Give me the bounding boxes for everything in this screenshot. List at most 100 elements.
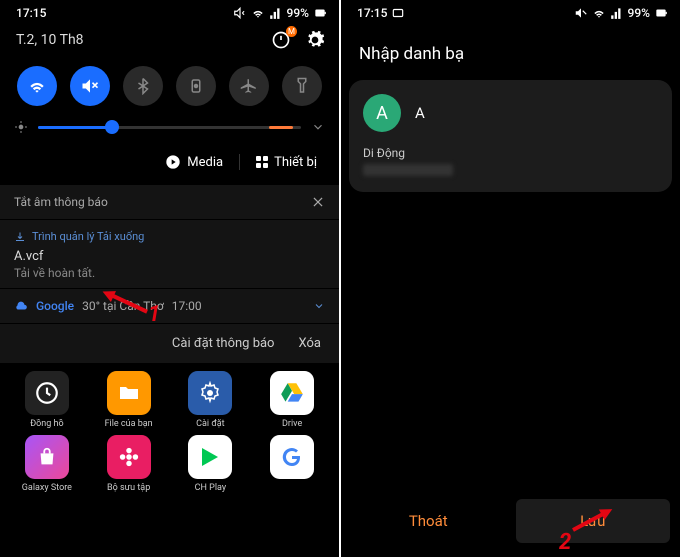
brightness-row (0, 116, 339, 144)
app-google[interactable] (262, 435, 322, 493)
signal-icon (610, 6, 624, 20)
wifi-icon (251, 6, 265, 20)
callout-number-1: 1 (148, 302, 160, 327)
drive-icon (279, 380, 305, 406)
qs-airplane[interactable] (229, 66, 269, 106)
date-row: T.2, 10 Th8 M (0, 24, 339, 60)
play-icon (198, 445, 222, 469)
cloud-icon (14, 299, 28, 313)
notifications: Tắt âm thông báo Trình quản lý Tải xuống… (0, 184, 339, 363)
devices-button[interactable]: Thiết bị (248, 151, 325, 174)
status-time: 17:15 (357, 6, 387, 20)
mute-icon (233, 6, 247, 20)
badge-icon: M (286, 26, 297, 37)
bag-icon (36, 446, 58, 468)
app-files[interactable]: File của bạn (99, 371, 159, 429)
folder-icon (117, 381, 141, 405)
app-clock[interactable]: Đồng hồ (17, 371, 77, 429)
weather-notification[interactable]: Google 30° tại Cần Thơ 17:00 (0, 289, 339, 324)
status-bar: 17:15 99% (0, 0, 339, 24)
status-icons-right: 99% (574, 6, 668, 20)
lock-rotation-icon (187, 77, 205, 95)
phone-right: 17:15 99% Nhập danh bạ A A Di Động Thoát… (341, 0, 680, 557)
grid-icon (256, 156, 268, 168)
gear-icon[interactable] (305, 30, 325, 50)
divider (239, 154, 240, 170)
brightness-slider[interactable] (38, 126, 301, 129)
quick-settings-row (0, 60, 339, 116)
status-icons-right: 99% (233, 6, 327, 20)
app-label: Cài đặt (196, 419, 224, 429)
contact-name-row: A A (363, 94, 658, 132)
power-mode-button[interactable]: M (271, 30, 291, 50)
battery-text: 99% (287, 6, 309, 20)
mute-icon (80, 76, 100, 96)
notif-clear-button[interactable]: Xóa (298, 336, 321, 351)
notif-settings-button[interactable]: Cài đặt thông báo (172, 336, 275, 351)
battery-icon (654, 6, 668, 20)
avatar: A (363, 94, 401, 132)
bottom-bar: Thoát Lưu (341, 499, 680, 557)
media-button[interactable]: Media (157, 150, 231, 174)
clock-icon (34, 380, 60, 406)
cancel-label: Thoát (409, 512, 448, 530)
signal-icon (269, 6, 283, 20)
download-icon (14, 231, 26, 243)
screenshot-icon (391, 6, 405, 20)
qs-wifi[interactable] (17, 66, 57, 106)
status-time: 17:15 (16, 6, 46, 20)
notif-app-name: Trình quản lý Tải xuống (32, 230, 144, 243)
weather-source: Google (36, 299, 74, 313)
app-play-store[interactable]: CH Play (180, 435, 240, 493)
notif-app-row: Trình quản lý Tải xuống (14, 230, 325, 243)
app-gallery[interactable]: Bộ sưu tập (99, 435, 159, 493)
brightness-low-icon (14, 120, 28, 134)
contact-card: A A Di Động (349, 80, 672, 192)
status-bar: 17:15 99% (341, 0, 680, 24)
battery-icon (313, 6, 327, 20)
chevron-down-icon[interactable] (311, 120, 325, 134)
qs-sound[interactable] (70, 66, 110, 106)
cancel-button[interactable]: Thoát (351, 499, 506, 543)
app-drive[interactable]: Drive (262, 371, 322, 429)
google-icon (280, 445, 304, 469)
contact-field-value-blurred (363, 164, 453, 176)
bluetooth-icon (134, 77, 152, 95)
media-label: Media (187, 155, 223, 170)
mute-icon (574, 6, 588, 20)
weather-time: 17:00 (172, 299, 202, 313)
contact-field-label: Di Động (363, 146, 658, 160)
wifi-icon (592, 6, 606, 20)
chevron-down-icon[interactable] (313, 300, 325, 312)
home-apps-row-1: Đồng hồ File của bạn Cài đặt Drive (0, 363, 339, 429)
app-settings[interactable]: Cài đặt (180, 371, 240, 429)
notif-file-name: A.vcf (14, 249, 325, 264)
flower-icon (118, 446, 140, 468)
mute-heading: Tắt âm thông báo (14, 195, 108, 209)
page-title: Nhập danh bạ (341, 24, 680, 80)
download-notification[interactable]: Trình quản lý Tải xuống A.vcf Tải về hoà… (0, 220, 339, 289)
app-label: Drive (282, 419, 302, 429)
avatar-initial: A (376, 103, 388, 124)
notif-mute-header: Tắt âm thông báo (0, 185, 339, 220)
gear-icon (198, 381, 222, 405)
close-icon[interactable] (311, 195, 325, 209)
contact-name: A (415, 104, 425, 122)
wifi-icon (27, 76, 47, 96)
flashlight-icon (293, 77, 311, 95)
app-galaxy-store[interactable]: Galaxy Store (17, 435, 77, 493)
date-actions: M (271, 30, 325, 50)
qs-flashlight[interactable] (282, 66, 322, 106)
notif-actions: Cài đặt thông báo Xóa (0, 324, 339, 363)
callout-number-2: 2 (559, 530, 571, 555)
qs-rotate[interactable] (176, 66, 216, 106)
app-label: CH Play (195, 483, 226, 493)
phone-left: 17:15 99% T.2, 10 Th8 M (0, 0, 339, 557)
qs-bluetooth[interactable] (123, 66, 163, 106)
app-label: Galaxy Store (22, 483, 72, 493)
battery-text: 99% (628, 6, 650, 20)
date-text: T.2, 10 Th8 (16, 32, 84, 48)
media-device-row: Media Thiết bị (0, 144, 339, 184)
app-label: Đồng hồ (30, 419, 64, 429)
play-circle-icon (165, 154, 181, 170)
